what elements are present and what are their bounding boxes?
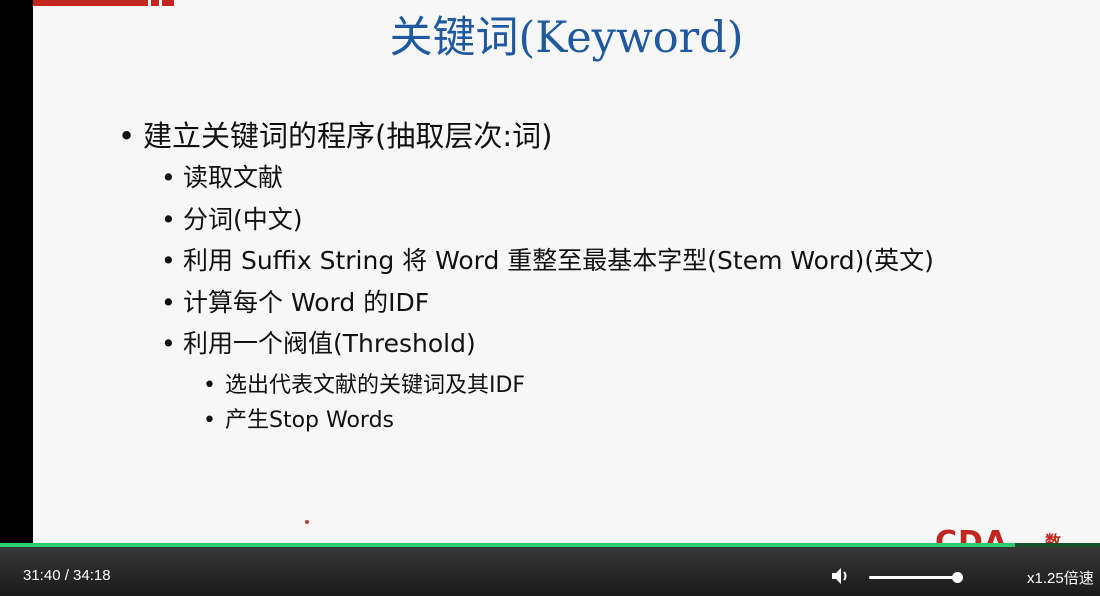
cda-logo: CDA 数据分: [935, 525, 1061, 544]
logo-text: CDA: [935, 525, 1009, 544]
slide-accent-bar: [33, 0, 148, 6]
volume-knob[interactable]: [952, 572, 963, 583]
bullet-text: 利用 Suffix String 将 Word 重整至最基本字型(Stem Wo…: [183, 246, 934, 275]
bullet-text: 计算每个 Word 的IDF: [183, 288, 430, 317]
slide-title: 关键词(Keyword): [389, 13, 744, 63]
video-control-bar: 31:40 / 34:18 x1.25倍速: [0, 543, 1100, 596]
bullet-marker: •: [118, 119, 136, 153]
bullet-item: • 利用 Suffix String 将 Word 重整至最基本字型(Stem W…: [161, 241, 934, 277]
bullet-text: 读取文献: [183, 163, 284, 192]
bullet-text: 分词(中文): [183, 205, 303, 234]
volume-fill: [869, 576, 957, 579]
volume-icon[interactable]: [829, 565, 851, 587]
bullet-marker: •: [203, 408, 216, 433]
bullet-item: • 分词(中文): [161, 200, 303, 236]
volume-slider[interactable]: [869, 572, 963, 583]
bullet-marker: •: [161, 329, 176, 358]
slide-accent-bar: [162, 0, 174, 6]
bullet-marker: •: [203, 373, 216, 398]
bullet-item: • 产生Stop Words: [203, 402, 394, 434]
playback-speed-button[interactable]: x1.25倍速: [1027, 567, 1094, 588]
bullet-text: 建立关键词的程序(抽取层次:词): [143, 119, 553, 153]
bullet-marker: •: [161, 288, 176, 317]
bullet-text: 选出代表文献的关键词及其IDF: [225, 373, 526, 398]
bullet-item: • 读取文献: [161, 158, 283, 194]
bullet-item: • 利用一个阀值(Threshold): [161, 324, 476, 360]
time-display: 31:40 / 34:18: [23, 567, 111, 584]
slide-accent-bar: [151, 0, 159, 6]
bullet-marker: •: [161, 163, 176, 192]
bullet-item: • 建立关键词的程序(抽取层次:词): [118, 113, 552, 155]
progress-bar[interactable]: [0, 543, 1100, 547]
logo-cn-text: 数据分: [1045, 532, 1062, 543]
bullet-text: 产生Stop Words: [225, 408, 395, 433]
bullet-marker: •: [161, 205, 176, 234]
bullet-item: • 计算每个 Word 的IDF: [161, 283, 429, 319]
cursor-dot: [305, 520, 309, 524]
bullet-item: • 选出代表文献的关键词及其IDF: [203, 367, 525, 399]
bullet-text: 利用一个阀值(Threshold): [183, 329, 476, 358]
progress-fill: [0, 543, 1016, 547]
slide: 关键词(Keyword) • 建立关键词的程序(抽取层次:词) • 读取文献 • 分词(中…: [33, 0, 1100, 543]
bullet-marker: •: [161, 246, 176, 275]
